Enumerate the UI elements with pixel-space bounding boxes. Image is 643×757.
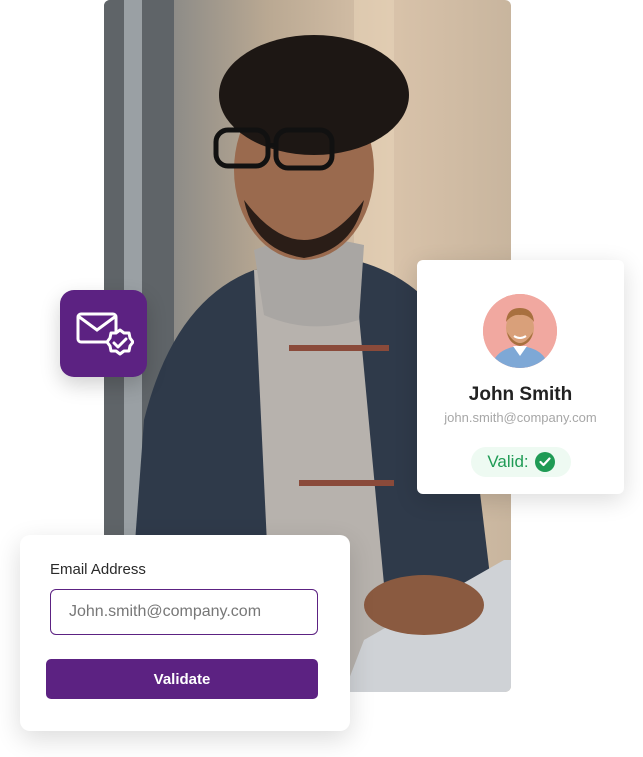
mail-verified-badge <box>60 290 147 377</box>
profile-email: john.smith@company.com <box>444 410 597 425</box>
status-label: Valid: <box>487 452 529 471</box>
status-badge: Valid: <box>471 447 571 477</box>
email-validation-form: Email Address Validate <box>20 535 350 731</box>
avatar <box>483 294 557 368</box>
validate-button[interactable]: Validate <box>46 659 318 699</box>
avatar-image <box>483 294 557 368</box>
check-circle-icon <box>534 452 555 472</box>
email-field[interactable] <box>50 589 318 635</box>
profile-card: John Smith john.smith@company.com Valid: <box>417 260 624 494</box>
email-field-label: Email Address <box>50 561 146 578</box>
mail-verified-icon <box>76 312 134 355</box>
profile-name: John Smith <box>468 384 573 405</box>
